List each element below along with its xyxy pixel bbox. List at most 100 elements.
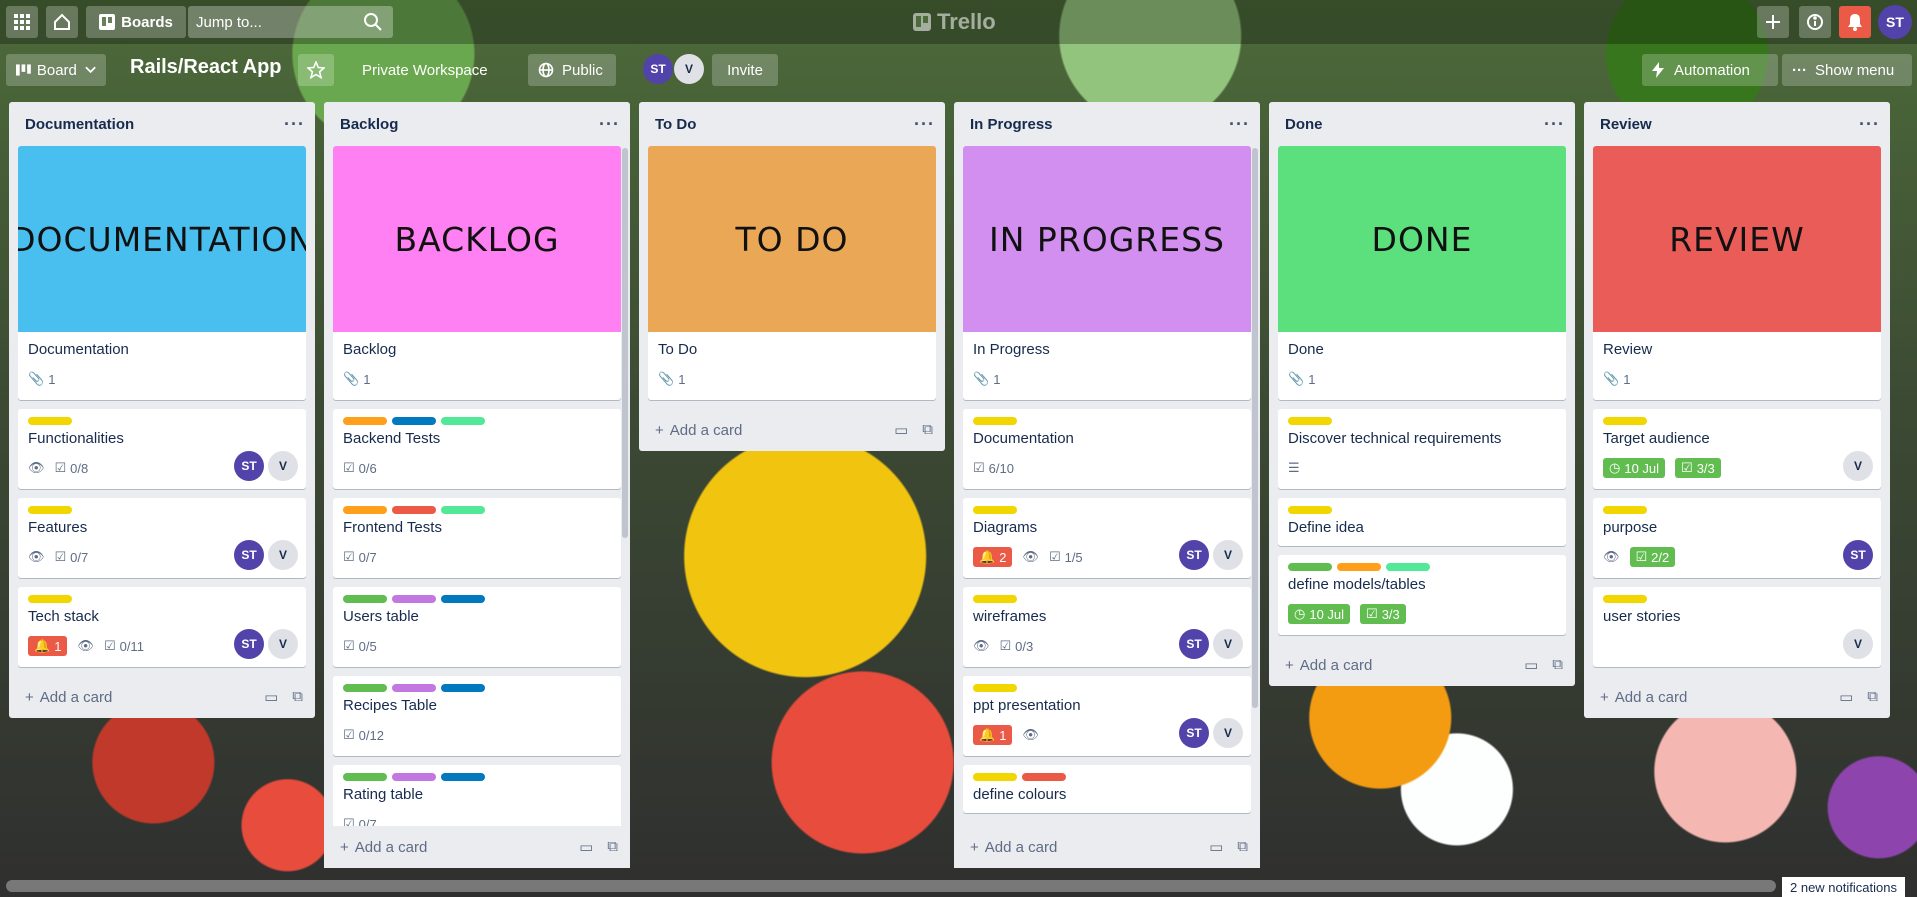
list-title[interactable]: Review [1600, 116, 1652, 133]
visibility-button[interactable]: Public [528, 54, 616, 86]
cover-card[interactable]: DONE Done 📎 1 [1278, 146, 1566, 400]
workspace-button[interactable]: Private Workspace [352, 54, 498, 86]
avatar[interactable]: V [1843, 629, 1873, 659]
list-item[interactable]: wireframes 👁 ☑ 0/3 ST V [963, 587, 1251, 667]
list-item[interactable]: Features 👁 ☑ 0/7 ST V [18, 498, 306, 578]
avatar[interactable]: ST [1179, 540, 1209, 570]
cover-card[interactable]: BACKLOG Backlog 📎 1 [333, 146, 621, 400]
search-input[interactable]: Jump to... [188, 6, 393, 38]
avatar[interactable]: ST [234, 629, 264, 659]
list-title[interactable]: In Progress [970, 116, 1053, 133]
cover-card[interactable]: DOCUMENTATION Documentation 📎 1 [18, 146, 306, 400]
template-icon[interactable]: ⧉ [1237, 838, 1248, 856]
member-avatar-st[interactable]: ST [643, 54, 673, 84]
template-icon[interactable]: ⧉ [1552, 656, 1563, 674]
notifications-button[interactable] [1839, 6, 1871, 38]
list-menu-icon[interactable]: ··· [599, 114, 620, 135]
list-item[interactable]: define colours [963, 765, 1251, 813]
list-item[interactable]: Discover technical requirements ☰ [1278, 409, 1566, 489]
list-menu-icon[interactable]: ··· [284, 114, 305, 135]
due-date-badge[interactable]: ◷ 10 Jul [1288, 604, 1351, 624]
star-board-button[interactable] [298, 54, 334, 86]
add-card-button[interactable]: + Add a card [1600, 689, 1687, 706]
avatar[interactable]: V [268, 451, 298, 481]
board-view-switcher[interactable]: Board [6, 54, 106, 86]
list-title[interactable]: To Do [655, 116, 696, 133]
avatar[interactable]: V [1213, 629, 1243, 659]
list-header[interactable]: To Do ··· [639, 102, 945, 146]
template-icon[interactable]: ⧉ [1867, 688, 1878, 706]
list-header[interactable]: Review ··· [1584, 102, 1890, 146]
trello-logo[interactable]: Trello [913, 9, 996, 35]
list-title[interactable]: Backlog [340, 116, 398, 133]
add-card-button[interactable]: + Add a card [340, 839, 427, 856]
list-item[interactable]: Recipes Table ☑ 0/12 [333, 676, 621, 756]
video-icon[interactable]: ▭ [1839, 688, 1853, 706]
automation-button[interactable]: Automation [1642, 54, 1778, 86]
video-icon[interactable]: ▭ [1524, 656, 1538, 674]
list-header[interactable]: Done ··· [1269, 102, 1575, 146]
apps-switcher-button[interactable] [6, 6, 38, 38]
cover-card[interactable]: REVIEW Review 📎 1 [1593, 146, 1881, 400]
list-scrollbar[interactable] [622, 148, 628, 538]
add-card-button[interactable]: + Add a card [25, 689, 112, 706]
list-item[interactable]: Users table ☑ 0/5 [333, 587, 621, 667]
avatar[interactable]: V [1843, 451, 1873, 481]
list-header[interactable]: Backlog ··· [324, 102, 630, 146]
boards-button[interactable]: Boards [86, 6, 186, 38]
avatar[interactable]: ST [234, 451, 264, 481]
video-icon[interactable]: ▭ [264, 688, 278, 706]
add-card-button[interactable]: + Add a card [1285, 657, 1372, 674]
list-menu-icon[interactable]: ··· [914, 114, 935, 135]
video-icon[interactable]: ▭ [579, 838, 593, 856]
avatar[interactable]: V [1213, 540, 1243, 570]
avatar[interactable]: V [1213, 718, 1243, 748]
invite-button[interactable]: Invite [712, 54, 778, 86]
avatar[interactable]: ST [234, 540, 264, 570]
cover-card[interactable]: TO DO To Do 📎 1 [648, 146, 936, 400]
avatar[interactable]: V [268, 540, 298, 570]
board-horizontal-scrollbar[interactable] [6, 880, 1776, 892]
create-button[interactable] [1757, 6, 1789, 38]
list-item[interactable]: ppt presentation 🔔 1 👁 ST V [963, 676, 1251, 756]
notifications-toast[interactable]: 2 new notifications [1782, 877, 1905, 897]
template-icon[interactable]: ⧉ [607, 838, 618, 856]
list-item[interactable]: Target audience ◷ 10 Jul ☑ 3/3 V [1593, 409, 1881, 489]
member-avatar-v[interactable]: V [674, 54, 704, 84]
list-item[interactable]: define models/tables ◷ 10 Jul ☑ 3/3 [1278, 555, 1566, 635]
list-title[interactable]: Documentation [25, 116, 134, 133]
list-title[interactable]: Done [1285, 116, 1323, 133]
avatar[interactable]: ST [1843, 540, 1873, 570]
cover-card[interactable]: IN PROGRESS In Progress 📎 1 [963, 146, 1251, 400]
board-title[interactable]: Rails/React App [130, 56, 282, 79]
avatar[interactable]: V [268, 629, 298, 659]
info-button[interactable] [1799, 6, 1831, 38]
user-avatar[interactable]: ST [1878, 5, 1912, 39]
template-icon[interactable]: ⧉ [922, 421, 933, 439]
show-menu-button[interactable]: ··· Show menu [1782, 54, 1912, 86]
list-scrollbar[interactable] [1252, 148, 1258, 708]
list-item[interactable]: Frontend Tests ☑ 0/7 [333, 498, 621, 578]
list-item[interactable]: Rating table ☑ 0/7 [333, 765, 621, 826]
due-date-badge[interactable]: ◷ 10 Jul [1603, 458, 1666, 478]
list-item[interactable]: Define idea [1278, 498, 1566, 546]
video-icon[interactable]: ▭ [894, 421, 908, 439]
list-item[interactable]: Tech stack 🔔 1 👁 ☑ 0/11 ST V [18, 587, 306, 667]
list-item[interactable]: Functionalities 👁 ☑ 0/8 ST V [18, 409, 306, 489]
avatar[interactable]: ST [1179, 629, 1209, 659]
list-item[interactable]: Diagrams 🔔 2 👁 ☑ 1/5 ST V [963, 498, 1251, 578]
add-card-button[interactable]: + Add a card [655, 422, 742, 439]
video-icon[interactable]: ▭ [1209, 838, 1223, 856]
list-menu-icon[interactable]: ··· [1544, 114, 1565, 135]
list-header[interactable]: In Progress ··· [954, 102, 1260, 146]
list-menu-icon[interactable]: ··· [1859, 114, 1880, 135]
add-card-button[interactable]: + Add a card [970, 839, 1057, 856]
home-button[interactable] [46, 6, 78, 38]
list-menu-icon[interactable]: ··· [1229, 114, 1250, 135]
list-item[interactable]: purpose 👁 ☑ 2/2 ST [1593, 498, 1881, 578]
list-item[interactable]: Documentation ☑ 6/10 [963, 409, 1251, 489]
list-item[interactable]: user stories V [1593, 587, 1881, 667]
list-header[interactable]: Documentation ··· [9, 102, 315, 146]
template-icon[interactable]: ⧉ [292, 688, 303, 706]
avatar[interactable]: ST [1179, 718, 1209, 748]
